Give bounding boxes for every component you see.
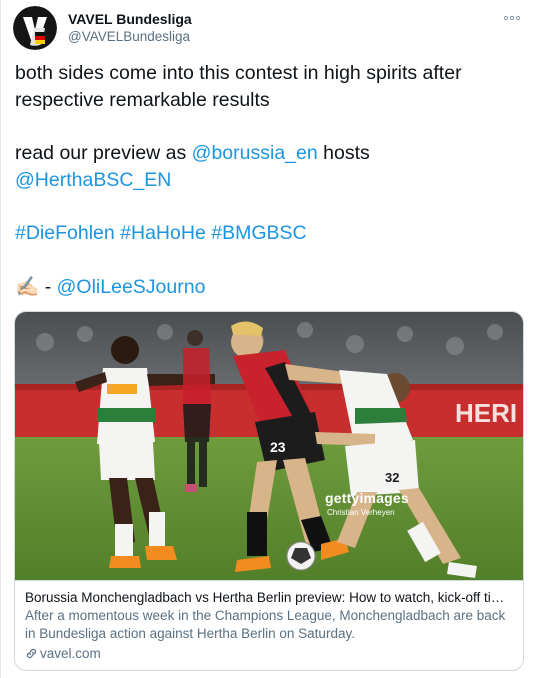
more-horizontal-icon[interactable] — [502, 8, 522, 24]
mention-borussia-link[interactable]: @borussia_en — [192, 142, 318, 164]
tweet-paragraph: #DieFohlen #HaHoHe #BMGBSC — [15, 220, 530, 247]
card-domain-text: vavel.com — [40, 646, 101, 661]
display-name[interactable]: VAVEL Bundesliga — [68, 10, 192, 28]
card-body[interactable]: Borussia Monchengladbach vs Hertha Berli… — [15, 580, 523, 670]
tweet-paragraph: both sides come into this contest in hig… — [15, 62, 462, 111]
mention-hertha-link[interactable]: @HerthaBSC_EN — [15, 169, 171, 191]
svg-text:HERI: HERI — [455, 398, 517, 428]
user-handle[interactable]: @VAVELBundesliga — [68, 28, 192, 45]
link-card[interactable]: HERI 23 32 gettyimages Christian Verheye… — [14, 311, 524, 671]
hashtag-hahohe-link[interactable]: #HaHoHe — [120, 222, 206, 244]
vavel-logo-icon — [13, 6, 57, 50]
tweet-text: both sides come into this contest in hig… — [15, 60, 530, 301]
getty-watermark: gettyimages — [325, 490, 409, 506]
card-title[interactable]: Borussia Monchengladbach vs Hertha Berli… — [25, 589, 513, 607]
tweet-text-span: - — [39, 276, 57, 298]
image-credit: Christian Verheyen — [327, 508, 395, 517]
card-description: After a momentous week in the Champions … — [25, 608, 506, 641]
tweet-paragraph: read our preview as @borussia_en hosts @… — [15, 140, 530, 194]
writing-hand-emoji: ✍🏻 — [15, 275, 40, 298]
svg-text:23: 23 — [270, 439, 286, 455]
tweet-text-span: hosts — [317, 142, 370, 164]
user-info[interactable]: VAVEL Bundesliga @VAVELBundesliga — [68, 10, 192, 45]
hashtag-diefohlen-link[interactable]: #DieFohlen — [15, 222, 115, 244]
tweet: VAVEL Bundesliga @VAVELBundesliga both s… — [0, 0, 539, 678]
hashtag-bmgbsc-link[interactable]: #BMGBSC — [211, 222, 306, 244]
card-image[interactable]: HERI 23 32 gettyimages Christian Verheye… — [15, 312, 523, 580]
link-icon — [25, 647, 38, 665]
mention-olileesjourno-link[interactable]: @OliLeeSJourno — [57, 276, 206, 298]
tweet-paragraph: ✍🏻 - @OliLeeSJourno — [15, 273, 530, 301]
tweet-header: VAVEL Bundesliga @VAVELBundesliga — [13, 6, 528, 50]
avatar[interactable] — [13, 6, 57, 50]
svg-text:32: 32 — [385, 470, 399, 485]
card-domain: vavel.com — [25, 645, 515, 665]
tweet-text-span: read our preview as — [15, 142, 192, 164]
football-photo: HERI 23 32 — [15, 312, 523, 580]
